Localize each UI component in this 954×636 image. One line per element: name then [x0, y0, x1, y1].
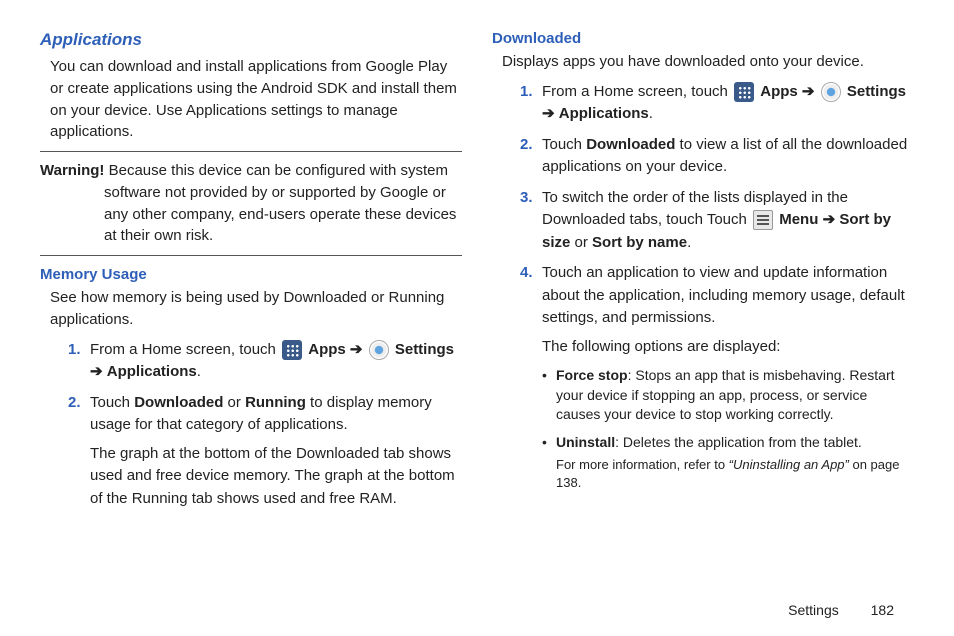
footer-section: Settings [788, 602, 839, 618]
step-number: 3. [520, 187, 533, 210]
warning-label: Warning! [40, 162, 104, 179]
step-number: 1. [68, 339, 81, 362]
step-number: 4. [520, 262, 533, 285]
applications-label: Applications [559, 105, 649, 122]
arrow-icon: ➔ [542, 105, 555, 122]
step-number: 2. [68, 392, 81, 415]
step-subtext: The following options are displayed: [542, 336, 914, 359]
list-item: 1. From a Home screen, touch Apps ➔ Sett… [68, 339, 462, 384]
arrow-icon: ➔ [802, 83, 815, 100]
settings-icon [821, 82, 841, 102]
settings-icon [369, 340, 389, 360]
apps-icon [734, 82, 754, 102]
list-item: Uninstall: Deletes the application from … [542, 433, 914, 492]
list-item: 4. Touch an application to view and upda… [520, 262, 914, 358]
heading-memory-usage: Memory Usage [40, 266, 462, 283]
step-number: 2. [520, 134, 533, 157]
page-number: 182 [871, 602, 894, 618]
downloaded-intro: Displays apps you have downloaded onto y… [502, 51, 914, 73]
bullet-subtext: For more information, refer to “Uninstal… [556, 456, 914, 492]
heading-downloaded: Downloaded [492, 30, 914, 47]
downloaded-steps: 1. From a Home screen, touch Apps ➔ Sett… [520, 81, 914, 359]
arrow-icon: ➔ [90, 363, 103, 380]
apps-icon [282, 340, 302, 360]
applications-intro: You can download and install application… [50, 56, 462, 143]
list-item: Force stop: Stops an app that is misbeha… [542, 366, 914, 425]
memory-usage-steps: 1. From a Home screen, touch Apps ➔ Sett… [68, 339, 462, 511]
warning-text: Because this device can be configured wi… [104, 162, 456, 244]
step-number: 1. [520, 81, 533, 104]
warning-block: Warning! Because this device can be conf… [40, 151, 462, 256]
memory-usage-intro: See how memory is being used by Download… [50, 287, 462, 331]
menu-label: Menu [779, 211, 818, 228]
left-column: Applications You can download and instal… [40, 30, 462, 518]
right-column: Downloaded Displays apps you have downlo… [492, 30, 914, 518]
arrow-icon: ➔ [350, 341, 363, 358]
arrow-icon: ➔ [823, 211, 836, 228]
step-subtext: The graph at the bottom of the Downloade… [90, 443, 462, 511]
menu-icon [753, 210, 773, 230]
heading-applications: Applications [40, 30, 462, 50]
list-item: 1. From a Home screen, touch Apps ➔ Sett… [520, 81, 914, 126]
options-list: Force stop: Stops an app that is misbeha… [542, 366, 914, 492]
settings-label: Settings [847, 83, 906, 100]
applications-label: Applications [107, 363, 197, 380]
settings-label: Settings [395, 341, 454, 358]
apps-label: Apps [760, 83, 798, 100]
list-item: 2. Touch Downloaded to view a list of al… [520, 134, 914, 179]
apps-label: Apps [308, 341, 346, 358]
list-item: 3. To switch the order of the lists disp… [520, 187, 914, 255]
page-footer: Settings 182 [788, 602, 894, 618]
list-item: 2. Touch Downloaded or Running to displa… [68, 392, 462, 511]
